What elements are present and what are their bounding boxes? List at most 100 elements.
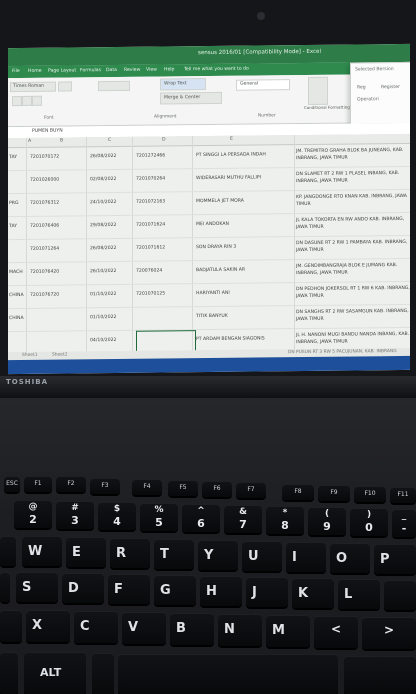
key-f10[interactable]: F10 bbox=[354, 486, 386, 502]
key-e[interactable]: E bbox=[66, 537, 106, 567]
cell-d[interactable]: 7201071612 bbox=[136, 245, 165, 250]
key-z-partial[interactable] bbox=[0, 610, 22, 642]
cell-d[interactable]: 7201071624 bbox=[136, 222, 165, 227]
cell-address[interactable]: DN DASUNE RT 2 RW 1 PAMBAYA KAB. INBRANG… bbox=[296, 239, 410, 254]
cell-b[interactable]: 7201076420 bbox=[30, 270, 59, 275]
cell-name[interactable]: PT SINGGI LA PERSADA INDAH bbox=[196, 152, 266, 158]
key-t[interactable]: T bbox=[154, 539, 194, 569]
side-panel-operatori[interactable]: Operatori bbox=[357, 97, 379, 102]
menu-formulas[interactable]: Formulas bbox=[80, 68, 101, 73]
column-header-a[interactable]: A bbox=[28, 139, 31, 144]
wrap-text-button[interactable]: Wrap Text bbox=[160, 78, 206, 91]
conditional-formatting-button[interactable] bbox=[308, 76, 328, 105]
cell-b[interactable]: 7201076406 bbox=[30, 224, 59, 229]
column-header-d[interactable]: D bbox=[162, 137, 166, 142]
cell-name[interactable]: SON DRAYA RIN 3 bbox=[196, 245, 236, 250]
key-m[interactable]: M bbox=[266, 615, 310, 647]
key-f4[interactable]: F4 bbox=[132, 479, 162, 495]
cell-d[interactable]: 720076024 bbox=[136, 268, 162, 273]
cell-a[interactable]: TAY bbox=[9, 155, 17, 160]
font-size-box[interactable] bbox=[58, 81, 72, 92]
cell-c[interactable]: 01/10/2022 bbox=[90, 292, 116, 297]
key-period[interactable]: > bbox=[362, 617, 416, 649]
key-9[interactable]: (9 bbox=[308, 507, 346, 535]
sheet-tab-2[interactable]: Sheet2 bbox=[52, 352, 68, 357]
cell-name[interactable]: PT ARDAM BENGAN SIAGONIS bbox=[196, 336, 265, 342]
key-f6[interactable]: F6 bbox=[202, 481, 232, 497]
key-w[interactable]: W bbox=[22, 536, 62, 566]
align-buttons[interactable] bbox=[98, 80, 130, 92]
key-f[interactable]: F bbox=[108, 574, 150, 604]
key-2[interactable]: @2 bbox=[14, 500, 52, 528]
key-0[interactable]: ) 0 bbox=[350, 508, 388, 536]
key-semicolon[interactable] bbox=[384, 580, 416, 610]
font-name-box[interactable]: Times Roman bbox=[10, 81, 56, 93]
cell-c[interactable]: 02/08/2022 bbox=[90, 177, 116, 182]
menu-data[interactable]: Data bbox=[106, 68, 117, 73]
merge-center-button[interactable]: Merge & Center bbox=[160, 91, 222, 105]
key-f8[interactable]: F8 bbox=[282, 484, 314, 500]
key-alt-right[interactable] bbox=[344, 656, 416, 694]
cell-name[interactable]: TITIK BANYUK bbox=[196, 314, 228, 319]
cell-c[interactable]: 01/10/2022 bbox=[90, 315, 116, 320]
column-header-c[interactable]: C bbox=[108, 138, 111, 143]
key-8[interactable]: * 8 bbox=[266, 506, 304, 534]
cell-a[interactable]: MACH bbox=[9, 270, 23, 275]
side-panel-reg[interactable]: Reg bbox=[357, 85, 366, 90]
key-f1[interactable]: F1 bbox=[24, 476, 52, 492]
key-a-partial[interactable] bbox=[0, 572, 10, 602]
cell-address[interactable]: DN PEDHON JOKERSOL RT 1 RW 6 KAB. INBRAN… bbox=[296, 285, 410, 300]
cell-d[interactable]: 7201070264 bbox=[136, 176, 165, 181]
key-h[interactable]: H bbox=[200, 576, 242, 606]
cell-a[interactable]: CHINA bbox=[9, 316, 24, 321]
cell-d[interactable]: 7201072163 bbox=[136, 199, 165, 204]
cell-b[interactable]: 7201026000 bbox=[30, 178, 59, 183]
cell-name[interactable]: MOMMELA JET MORA bbox=[196, 199, 244, 205]
key-f2[interactable]: F2 bbox=[56, 476, 86, 492]
key-f7[interactable]: F7 bbox=[236, 482, 266, 498]
column-header-e[interactable]: E bbox=[230, 137, 233, 142]
cell-c[interactable]: 24/10/2022 bbox=[90, 200, 116, 205]
key-k[interactable]: K bbox=[292, 578, 334, 608]
key-esc[interactable]: ESC bbox=[4, 476, 20, 492]
key-p[interactable]: P bbox=[374, 544, 416, 574]
cell-address[interactable]: KP. JANGDONGE RTO KNAN KAB. INBRANG, JAW… bbox=[296, 193, 410, 208]
menu-page-layout[interactable]: Page Layout bbox=[48, 68, 76, 73]
key-7[interactable]: & 7 bbox=[224, 505, 262, 533]
tell-me-search[interactable]: Tell me what you want to do bbox=[184, 67, 249, 73]
menu-review[interactable]: Review bbox=[124, 68, 140, 73]
key-ctrl-partial[interactable] bbox=[0, 652, 18, 694]
key-c[interactable]: C bbox=[74, 611, 118, 643]
menu-file[interactable]: File bbox=[12, 69, 20, 74]
key-o[interactable]: O bbox=[330, 543, 370, 573]
cell-d[interactable]: 7201272466 bbox=[136, 153, 165, 158]
key-n[interactable]: N bbox=[218, 614, 262, 646]
cell-name[interactable]: BADJATULA SAKIN AR bbox=[196, 268, 245, 274]
key-s[interactable]: S bbox=[16, 572, 58, 602]
key-b[interactable]: B bbox=[170, 613, 214, 645]
cell-name[interactable]: MEI ANDOKAN bbox=[196, 222, 229, 227]
underline-button[interactable] bbox=[32, 95, 42, 106]
key-r[interactable]: R bbox=[110, 538, 150, 568]
key-x[interactable]: X bbox=[26, 610, 70, 642]
cell-c[interactable]: 04/10/2022 bbox=[90, 338, 116, 343]
cell-a[interactable]: TAY bbox=[9, 224, 17, 229]
menu-view[interactable]: View bbox=[146, 68, 157, 73]
key-j[interactable]: J bbox=[246, 577, 288, 607]
menu-help[interactable]: Help bbox=[164, 67, 174, 72]
cell-b[interactable]: 7201076312 bbox=[30, 201, 59, 206]
cell-address[interactable]: JL H. NANONI MUGI BANDU NANDA INBANG, KA… bbox=[296, 331, 410, 346]
cell-a[interactable]: CHINA bbox=[9, 293, 24, 298]
italic-button[interactable] bbox=[22, 95, 32, 106]
cell-c[interactable]: 26/10/2022 bbox=[90, 269, 116, 274]
sheet-tab-1[interactable]: Sheet1 bbox=[22, 353, 38, 358]
key-q-partial[interactable] bbox=[0, 536, 16, 566]
key-minus[interactable]: _ - bbox=[392, 509, 416, 537]
cell-c[interactable]: 26/08/2022 bbox=[90, 246, 116, 251]
cell-b[interactable]: 7201071264 bbox=[30, 247, 59, 252]
column-header-b[interactable]: B bbox=[60, 139, 63, 144]
cell-name[interactable]: HARIYANTI ANI bbox=[196, 291, 230, 296]
cell-b[interactable]: 7201070172 bbox=[30, 155, 59, 160]
key-v[interactable]: V bbox=[122, 612, 166, 644]
key-windows[interactable] bbox=[92, 653, 114, 694]
